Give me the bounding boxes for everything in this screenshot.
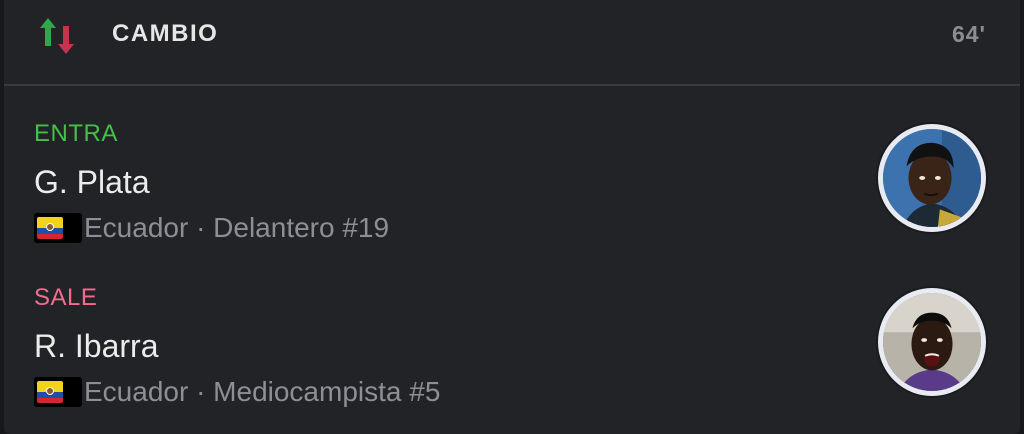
player-avatar-out[interactable] xyxy=(878,288,986,396)
player-name-in: G. Plata xyxy=(34,164,150,200)
ecuador-flag-icon xyxy=(34,213,82,243)
player-meta-out: Ecuador · Mediocampista #5 xyxy=(34,376,440,408)
player-avatar-in[interactable] xyxy=(878,124,986,232)
event-minute: 64' xyxy=(951,21,986,47)
player-meta-text-in: Ecuador · Delantero #19 xyxy=(84,212,390,243)
role-label-out: SALE xyxy=(34,284,98,311)
player-photo-icon xyxy=(883,129,981,227)
player-photo-icon xyxy=(883,293,981,391)
player-in-row[interactable]: ENTRA G. Plata Ecuador · Delantero #19 xyxy=(4,106,1020,266)
card-header: CAMBIO 64' xyxy=(4,0,1020,86)
role-label-in: ENTRA xyxy=(34,120,118,147)
player-meta-text-out: Ecuador · Mediocampista #5 xyxy=(84,376,441,407)
player-name-out: R. Ibarra xyxy=(34,328,159,364)
substitution-card: CAMBIO 64' ENTRA G. Plata Ecuador · Dela… xyxy=(4,0,1020,434)
ecuador-flag-icon xyxy=(34,377,82,407)
player-meta-in: Ecuador · Delantero #19 xyxy=(34,212,389,244)
substitution-arrows-icon xyxy=(40,18,74,54)
player-out-row[interactable]: SALE R. Ibarra Ecuador · Mediocampista #… xyxy=(4,270,1020,430)
event-title: CAMBIO xyxy=(112,20,219,47)
